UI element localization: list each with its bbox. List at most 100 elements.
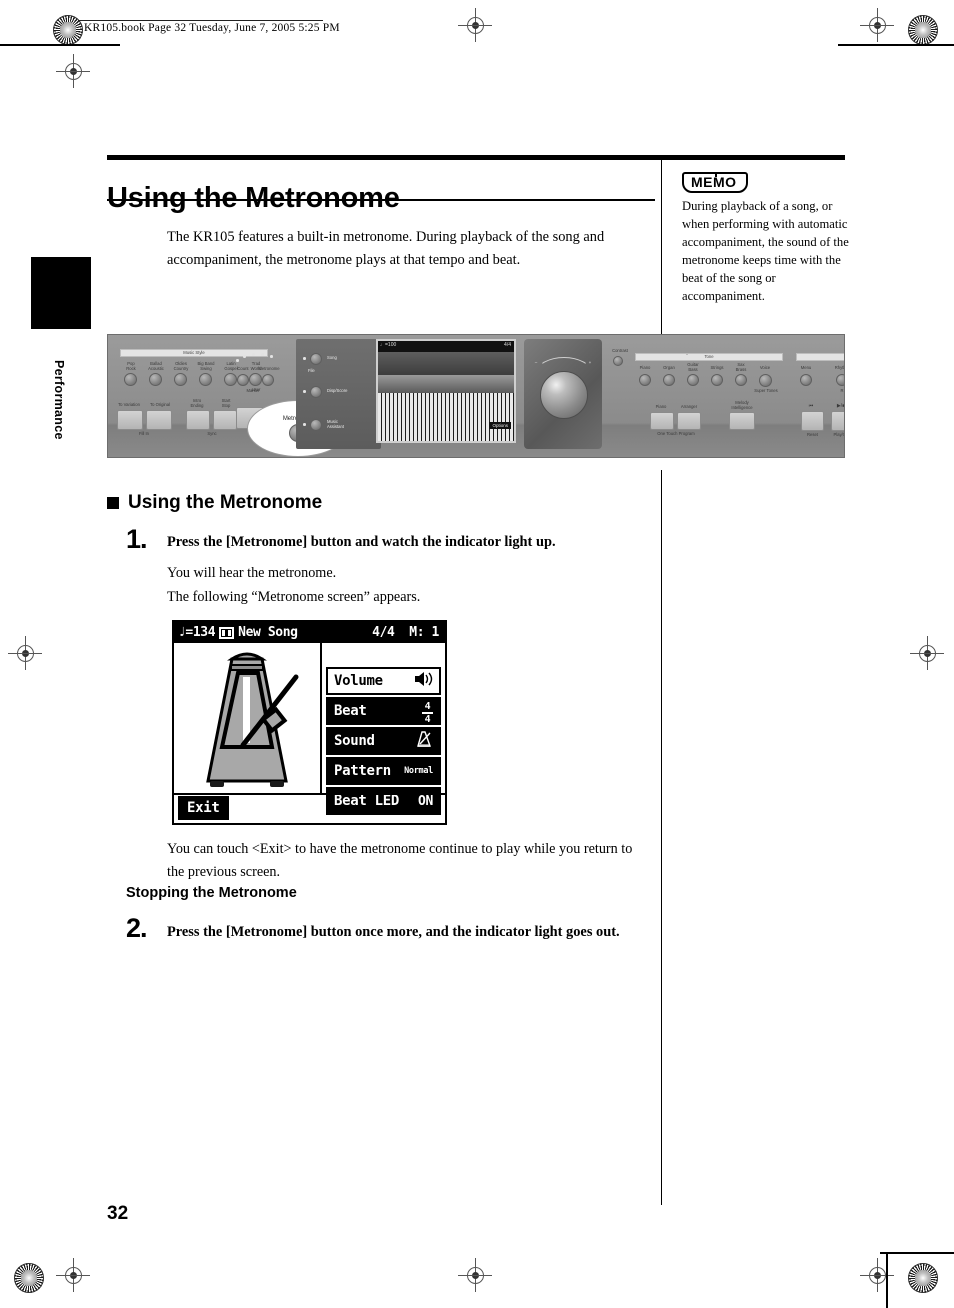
to-variation-button[interactable] [117,410,143,430]
chapter-tab-label: Performance [52,360,66,440]
tone-knob-5[interactable] [759,374,772,387]
sidebar-rule-upper [661,160,662,334]
exit-note-paragraph: You can touch <Exit> to have the metrono… [167,841,633,880]
menu-item-beat-led-value: ON [417,793,433,809]
lcd-photo-topbar: ♩=100 4/4 [378,341,514,352]
menu-item-sound-label: Sound [334,733,375,749]
melody-intelligence-button[interactable] [729,412,755,430]
music-style-knob-0[interactable] [124,373,137,386]
menu-item-beat-led[interactable]: Beat LED ON [326,787,441,815]
song-knob[interactable] [310,353,322,365]
metronome-screen: ♩=134 New Song 4/4 M: 1 Volume Beat 4 4 … [172,620,447,825]
registration-crosshair-bottom-center [458,1258,492,1292]
registration-crosshair-top-left [56,54,90,88]
transport-icon-0: ⏮ [808,403,814,409]
transport-button-reset[interactable] [801,411,824,431]
to-variation-label: To Variation [118,402,140,407]
transport-label-1: Play/Stop [833,432,844,437]
start-stop-button[interactable] [213,410,237,430]
measure-value: M: 1 [409,625,439,640]
menu-knob[interactable] [800,374,812,386]
intro-ending-button[interactable] [186,410,210,430]
one-touch-arranger-button[interactable] [677,412,701,430]
exit-button[interactable]: Exit [178,796,229,820]
time-signature-value: 4/4 [372,625,395,640]
page-title-underline [107,199,655,201]
one-touch-piano-button[interactable] [650,412,674,430]
step-1-number: 1. [126,524,148,554]
tone-knob-0[interactable] [639,374,651,386]
track-number-0: R [840,388,844,393]
metronome-screen-vertical-divider [320,643,322,795]
super-tones-label: Super Tones [754,388,778,393]
track-knob-0[interactable] [836,374,844,386]
count-label: Count [237,366,249,371]
tone-knob-1[interactable] [663,374,675,386]
lcd-photo-time: 4/4 [504,342,511,348]
section-heading: Using the Metronome [107,492,322,514]
music-style-knob-4[interactable] [224,373,237,386]
registration-star-top-right [908,15,938,45]
menu-item-beat-label: Beat [334,703,367,719]
tone-knob-3[interactable] [711,374,723,386]
menu-item-beat[interactable]: Beat 4 4 [326,697,441,725]
music-style-knob-3[interactable] [199,373,212,386]
metronome-screen-horizontal-divider [174,793,445,795]
tone-label-4: Sax Brass [735,362,747,372]
record-title-bar: Record/Playback [796,353,844,361]
music-style-knob-5[interactable] [249,373,262,386]
crop-line-top-left [0,44,120,46]
file-label: File [308,368,315,373]
contrast-knob[interactable] [613,356,623,366]
metronome-screen-body: Volume Beat 4 4 Sound Pattern Normal Bea… [174,643,445,815]
transport-button-play-stop[interactable] [831,411,844,431]
crop-line-bottom-right [880,1252,954,1254]
music-assistant-led [303,423,306,426]
menu-item-sound[interactable]: Sound [326,727,441,755]
menu-item-volume[interactable]: Volume [326,667,441,695]
lcd-photo-tempo: ♩=100 [380,342,397,348]
one-touch-piano-label: Piano [655,404,667,409]
bullet-square-icon [107,497,119,509]
step-2-number: 2. [126,913,148,943]
step-1-note-2: The following “Metronome screen” appears… [167,589,421,605]
instrument-panel-photo: Music Style Pop Rock Ballad Acoustic Old… [107,334,845,458]
menu-item-pattern-value: Normal [404,766,433,776]
to-original-button[interactable] [146,410,172,430]
page-top-rule [107,155,845,160]
tempo-led-4 [270,355,273,358]
registration-crosshair-top-right [860,8,894,42]
tone-title-bar: Tone [635,353,783,361]
tone-knob-2[interactable] [687,374,699,386]
tempo-value: ♩=134 [178,625,216,640]
step-1-note-1: You will hear the metronome. [167,565,337,581]
registration-crosshair-bottom-left [56,1258,90,1292]
metronome-panel-label: Metronome [258,366,280,371]
crop-line-top-right [838,44,954,46]
disp-score-led [303,390,306,393]
sidebar-rule-lower [661,470,662,1205]
metronome-screen-title-left: ♩=134 New Song [178,625,298,640]
disp-score-knob[interactable] [310,386,322,398]
one-touch-arranger-label: Arranger [680,404,698,409]
record-playback-title: Record/Playback [797,354,844,360]
tone-knob-4[interactable] [735,374,747,386]
music-style-label-0: Pop Rock [126,361,136,371]
step-1-text: Press the [Metronome] button and watch t… [167,534,556,550]
lcd-photo-mid [378,375,514,393]
tone-label-2: Guitar Bass [687,362,699,372]
value-wheel[interactable] [540,371,588,419]
beat-fraction: 4 4 [422,702,433,725]
record-playback-title-bar [686,353,688,355]
menu-item-pattern[interactable]: Pattern Normal [326,757,441,785]
metronome-knob[interactable] [262,374,274,386]
music-style-knob-1[interactable] [149,373,162,386]
lcd-photo-options-button[interactable]: Options [489,422,511,429]
metronome-illustration [206,652,299,787]
transport-icon-1: ▶/■ [836,403,845,409]
count-knob[interactable] [237,374,249,386]
panel-lcd-photo: ♩=100 4/4 Options [376,339,516,443]
music-style-knob-2[interactable] [174,373,187,386]
music-assistant-knob[interactable] [310,419,322,431]
menu-label: Menu [800,365,812,370]
